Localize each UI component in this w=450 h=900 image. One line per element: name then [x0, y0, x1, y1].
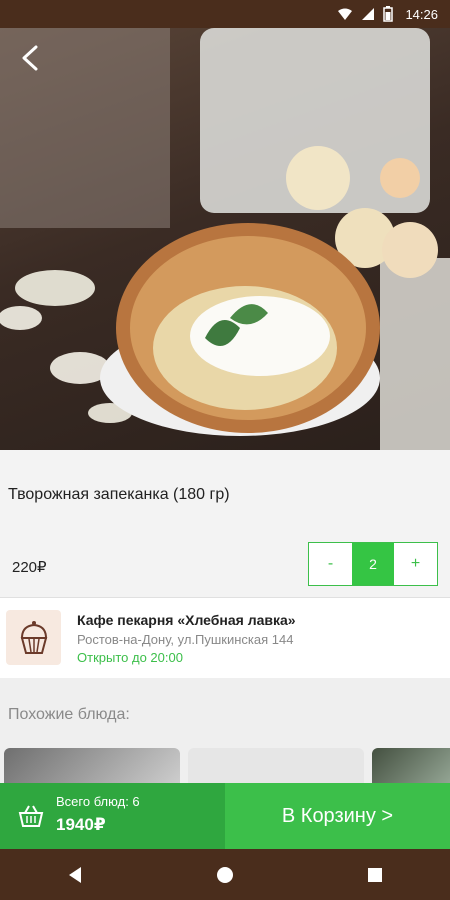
signal-icon [362, 8, 375, 20]
status-time: 14:26 [405, 6, 438, 22]
nav-back-button[interactable] [55, 855, 95, 895]
nav-home-icon [217, 866, 233, 883]
dish-image [0, 28, 450, 450]
cafe-info[interactable]: Кафе пекарня «Хлебная лавка» Ростов-на-Д… [0, 598, 450, 678]
similar-dish-card[interactable] [372, 748, 450, 788]
similar-dish-card[interactable] [4, 748, 180, 788]
cafe-logo [6, 610, 61, 665]
quantity-stepper: - 2 + [308, 542, 438, 586]
dish-price: 220₽ [12, 559, 47, 576]
increase-button[interactable]: + [394, 543, 437, 585]
quantity-value: 2 [352, 543, 394, 585]
cafe-address: Ростов-на-Дону, ул.Пушкинская 144 [77, 632, 294, 647]
similar-dishes-list [4, 748, 450, 788]
price-row: 220₽ - 2 + [0, 540, 450, 598]
cart-items-count: Всего блюд: 6 [56, 794, 140, 809]
nav-home-button[interactable] [205, 855, 245, 895]
cupcake-icon [20, 620, 47, 654]
back-arrow-icon [22, 45, 38, 71]
cart-total: 1940₽ [56, 815, 106, 834]
cafe-name: Кафе пекарня «Хлебная лавка» [77, 612, 296, 628]
similar-dish-card[interactable] [188, 748, 364, 788]
wifi-icon [338, 8, 353, 20]
nav-back-icon [69, 866, 81, 883]
battery-icon [383, 6, 394, 22]
nav-recents-button[interactable] [355, 855, 395, 895]
to-cart-button[interactable]: В Корзину > [225, 783, 450, 849]
similar-dishes-title: Похожие блюда: [8, 706, 130, 723]
cart-summary: Всего блюд: 6 1940₽ [0, 783, 225, 849]
navigation-bar [0, 849, 450, 900]
cart-bar: Всего блюд: 6 1940₽ В Корзину > [0, 783, 450, 849]
dish-title: Творожная запеканка (180 гр) [8, 486, 230, 503]
nav-recents-icon [368, 867, 382, 882]
basket-icon [18, 805, 44, 827]
cafe-hours: Открыто до 20:00 [77, 650, 183, 665]
similar-dishes-section: Похожие блюда: [0, 678, 450, 788]
decrease-button[interactable]: - [309, 543, 352, 585]
back-button[interactable] [14, 42, 46, 74]
dish-photo [0, 28, 450, 450]
dish-title-section: Творожная запеканка (180 гр) [0, 450, 450, 540]
status-bar: 14:26 [0, 0, 450, 28]
